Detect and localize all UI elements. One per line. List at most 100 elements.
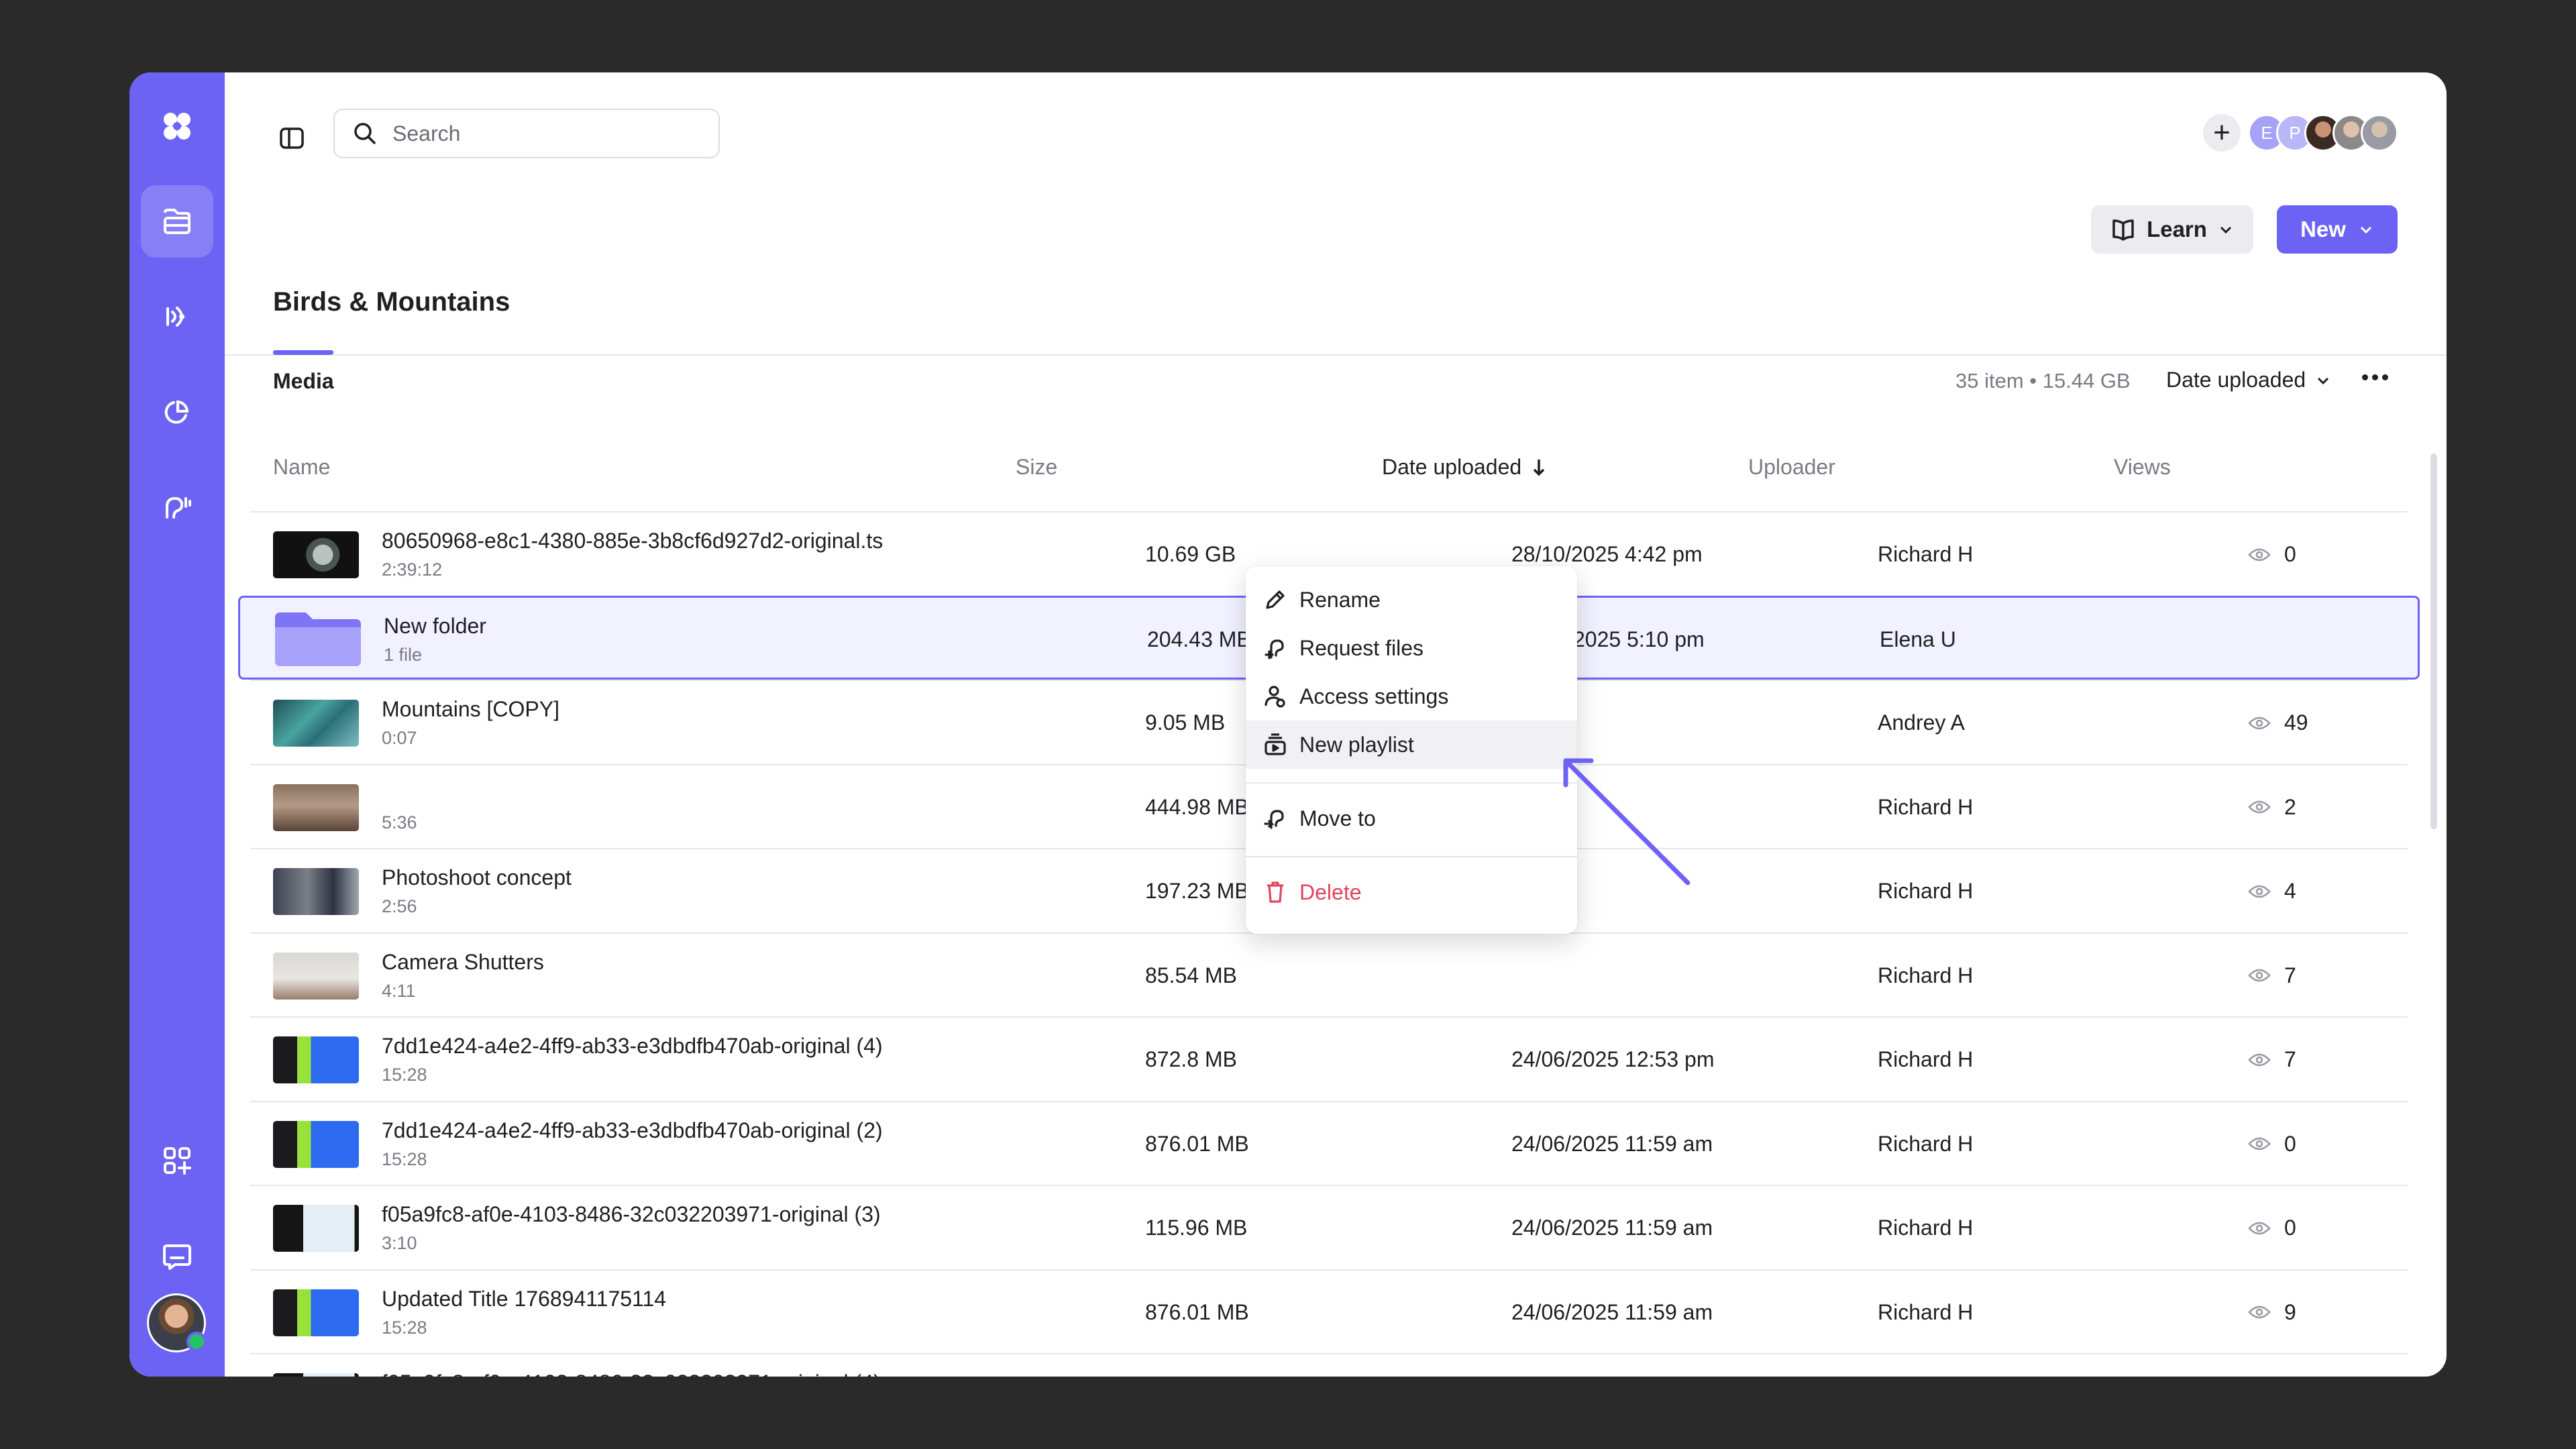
- views-count: 0: [2284, 1216, 2296, 1240]
- rail-ai-icon[interactable]: [141, 471, 213, 543]
- video-thumbnail[interactable]: [273, 700, 359, 747]
- video-thumbnail[interactable]: [273, 1205, 359, 1252]
- menu-access-settings-label: Access settings: [1299, 684, 1449, 708]
- file-name[interactable]: Camera Shutters: [382, 950, 544, 975]
- file-date: 24/06/2025 11:59 am: [1511, 1299, 1713, 1324]
- file-uploader: Richard H: [1878, 1131, 1974, 1156]
- column-date-uploaded[interactable]: Date uploaded: [1382, 455, 1547, 480]
- table-row[interactable]: Camera Shutters 4:11 85.54 MB Richard H 7: [250, 932, 2408, 1016]
- sort-dropdown[interactable]: Date uploaded: [2166, 368, 2331, 392]
- video-thumbnail[interactable]: [273, 1120, 359, 1168]
- file-uploader: Elena U: [1880, 627, 1956, 651]
- column-views[interactable]: Views: [2114, 455, 2171, 480]
- video-thumbnail[interactable]: [273, 868, 359, 915]
- file-uploader: Richard H: [1878, 1216, 1974, 1240]
- file-name[interactable]: 7dd1e424-a4e2-4ff9-ab33-e3dbdfb470ab-ori…: [382, 1034, 883, 1059]
- rail-chat-icon[interactable]: [141, 1220, 213, 1292]
- left-rail: [129, 72, 225, 1377]
- file-views: 0: [2248, 1216, 2296, 1240]
- move-icon: [1264, 810, 1284, 829]
- file-date: 24/06/2025 11:59 am: [1511, 1131, 1713, 1156]
- video-thumbnail[interactable]: [273, 531, 359, 578]
- avatar-photo-3[interactable]: [2361, 114, 2398, 152]
- file-name[interactable]: f05a9fc8-af0e-4103-8486-32c032203971-ori…: [382, 1202, 881, 1227]
- file-name[interactable]: Photoshoot concept: [382, 865, 572, 890]
- trash-icon: [1267, 881, 1283, 903]
- column-name[interactable]: Name: [273, 455, 330, 480]
- file-name[interactable]: f05a9fc8-af0e-4103-8486-32c032203971-ori…: [382, 1371, 881, 1377]
- file-views: 7: [2248, 1047, 2296, 1072]
- rail-stream-icon[interactable]: [141, 280, 213, 353]
- video-thumbnail[interactable]: [273, 1373, 359, 1377]
- search-icon: [354, 123, 376, 144]
- logo-icon[interactable]: [141, 90, 213, 162]
- eye-icon: [2248, 1305, 2271, 1319]
- eye-icon: [2248, 548, 2271, 561]
- menu-new-playlist[interactable]: New playlist: [1246, 720, 1577, 769]
- file-views: 0: [2248, 542, 2296, 567]
- file-uploader: Richard H: [1878, 879, 1974, 903]
- user-avatar[interactable]: [147, 1293, 207, 1352]
- table-row[interactable]: Updated Title 1768941175114 15:28 876.01 M…: [250, 1269, 2408, 1353]
- file-name[interactable]: Mountains [COPY]: [382, 697, 559, 722]
- views-count: 0: [2284, 1131, 2296, 1156]
- eye-icon: [2248, 800, 2271, 814]
- file-duration: 15:28: [382, 1148, 427, 1169]
- eye-icon: [2248, 716, 2271, 729]
- video-thumbnail[interactable]: [273, 1036, 359, 1083]
- file-duration: 0:07: [382, 728, 417, 748]
- sort-label: Date uploaded: [2166, 368, 2306, 392]
- menu-delete[interactable]: Delete: [1246, 868, 1577, 916]
- table-row[interactable]: 7dd1e424-a4e2-4ff9-ab33-e3dbdfb470ab-ori…: [250, 1100, 2408, 1185]
- file-size: 876.01 MB: [1145, 1131, 1249, 1156]
- menu-move-to[interactable]: Move to: [1246, 794, 1577, 843]
- eye-icon: [2248, 1053, 2271, 1066]
- tab-active-indicator: [273, 350, 333, 355]
- folder-thumbnail[interactable]: [275, 612, 361, 666]
- table-row[interactable]: 7dd1e424-a4e2-4ff9-ab33-e3dbdfb470ab-ori…: [250, 1016, 2408, 1100]
- file-size: 872.8 MB: [1145, 1047, 1237, 1071]
- views-count: 2: [2284, 794, 2296, 819]
- new-button[interactable]: New: [2277, 205, 2398, 254]
- book-icon: [2112, 219, 2134, 241]
- menu-request-files[interactable]: Request files: [1246, 624, 1577, 672]
- file-uploader: Andrey A: [1878, 710, 1965, 735]
- file-size: 444.98 MB: [1145, 794, 1249, 819]
- eye-icon: [2248, 1137, 2271, 1150]
- sidebar-toggle-icon[interactable]: [273, 119, 311, 157]
- menu-access-settings[interactable]: Access settings: [1246, 672, 1577, 720]
- file-size: 204.43 MB: [1147, 627, 1251, 651]
- scrollbar[interactable]: [2430, 453, 2437, 829]
- request-icon: [1265, 639, 1284, 659]
- search-input[interactable]: [391, 120, 689, 147]
- column-uploader[interactable]: Uploader: [1748, 455, 1835, 480]
- video-thumbnail[interactable]: [273, 1289, 359, 1336]
- app-window: + E P Birds & Mountains Learn New Media …: [129, 72, 2447, 1377]
- views-count: 9: [2284, 1299, 2296, 1324]
- rail-analytics-icon[interactable]: [141, 376, 213, 448]
- file-duration: 15:28: [382, 1065, 427, 1085]
- file-uploader: Richard H: [1878, 794, 1974, 819]
- file-views: 7: [2248, 963, 2296, 988]
- table-row[interactable]: f05a9fc8-af0e-4103-8486-32c032203971-ori…: [250, 1353, 2408, 1377]
- context-menu: Rename Request files Access settings New…: [1246, 566, 1577, 934]
- rail-media-icon[interactable]: [141, 185, 213, 258]
- column-size[interactable]: Size: [1016, 455, 1057, 480]
- file-name[interactable]: Updated Title 1768941175114: [382, 1287, 666, 1311]
- video-thumbnail[interactable]: [273, 784, 359, 831]
- tab-media[interactable]: Media: [273, 369, 334, 394]
- file-uploader: Richard H: [1878, 963, 1974, 987]
- learn-button[interactable]: Learn: [2091, 205, 2253, 254]
- new-label: New: [2300, 217, 2346, 241]
- video-thumbnail[interactable]: [273, 952, 359, 1000]
- table-row[interactable]: f05a9fc8-af0e-4103-8486-32c032203971-ori…: [250, 1185, 2408, 1269]
- menu-rename[interactable]: Rename: [1246, 576, 1577, 624]
- rail-apps-icon[interactable]: [141, 1124, 213, 1197]
- file-name[interactable]: 7dd1e424-a4e2-4ff9-ab33-e3dbdfb470ab-ori…: [382, 1118, 883, 1143]
- search-bar[interactable]: [333, 109, 720, 158]
- file-name[interactable]: New folder: [384, 614, 486, 639]
- file-name[interactable]: 80650968-e8c1-4380-885e-3b8cf6d927d2-ori…: [382, 529, 883, 553]
- more-options-icon[interactable]: [2362, 374, 2388, 380]
- add-collaborator-button[interactable]: +: [2203, 114, 2241, 152]
- file-views: 0: [2248, 1132, 2296, 1157]
